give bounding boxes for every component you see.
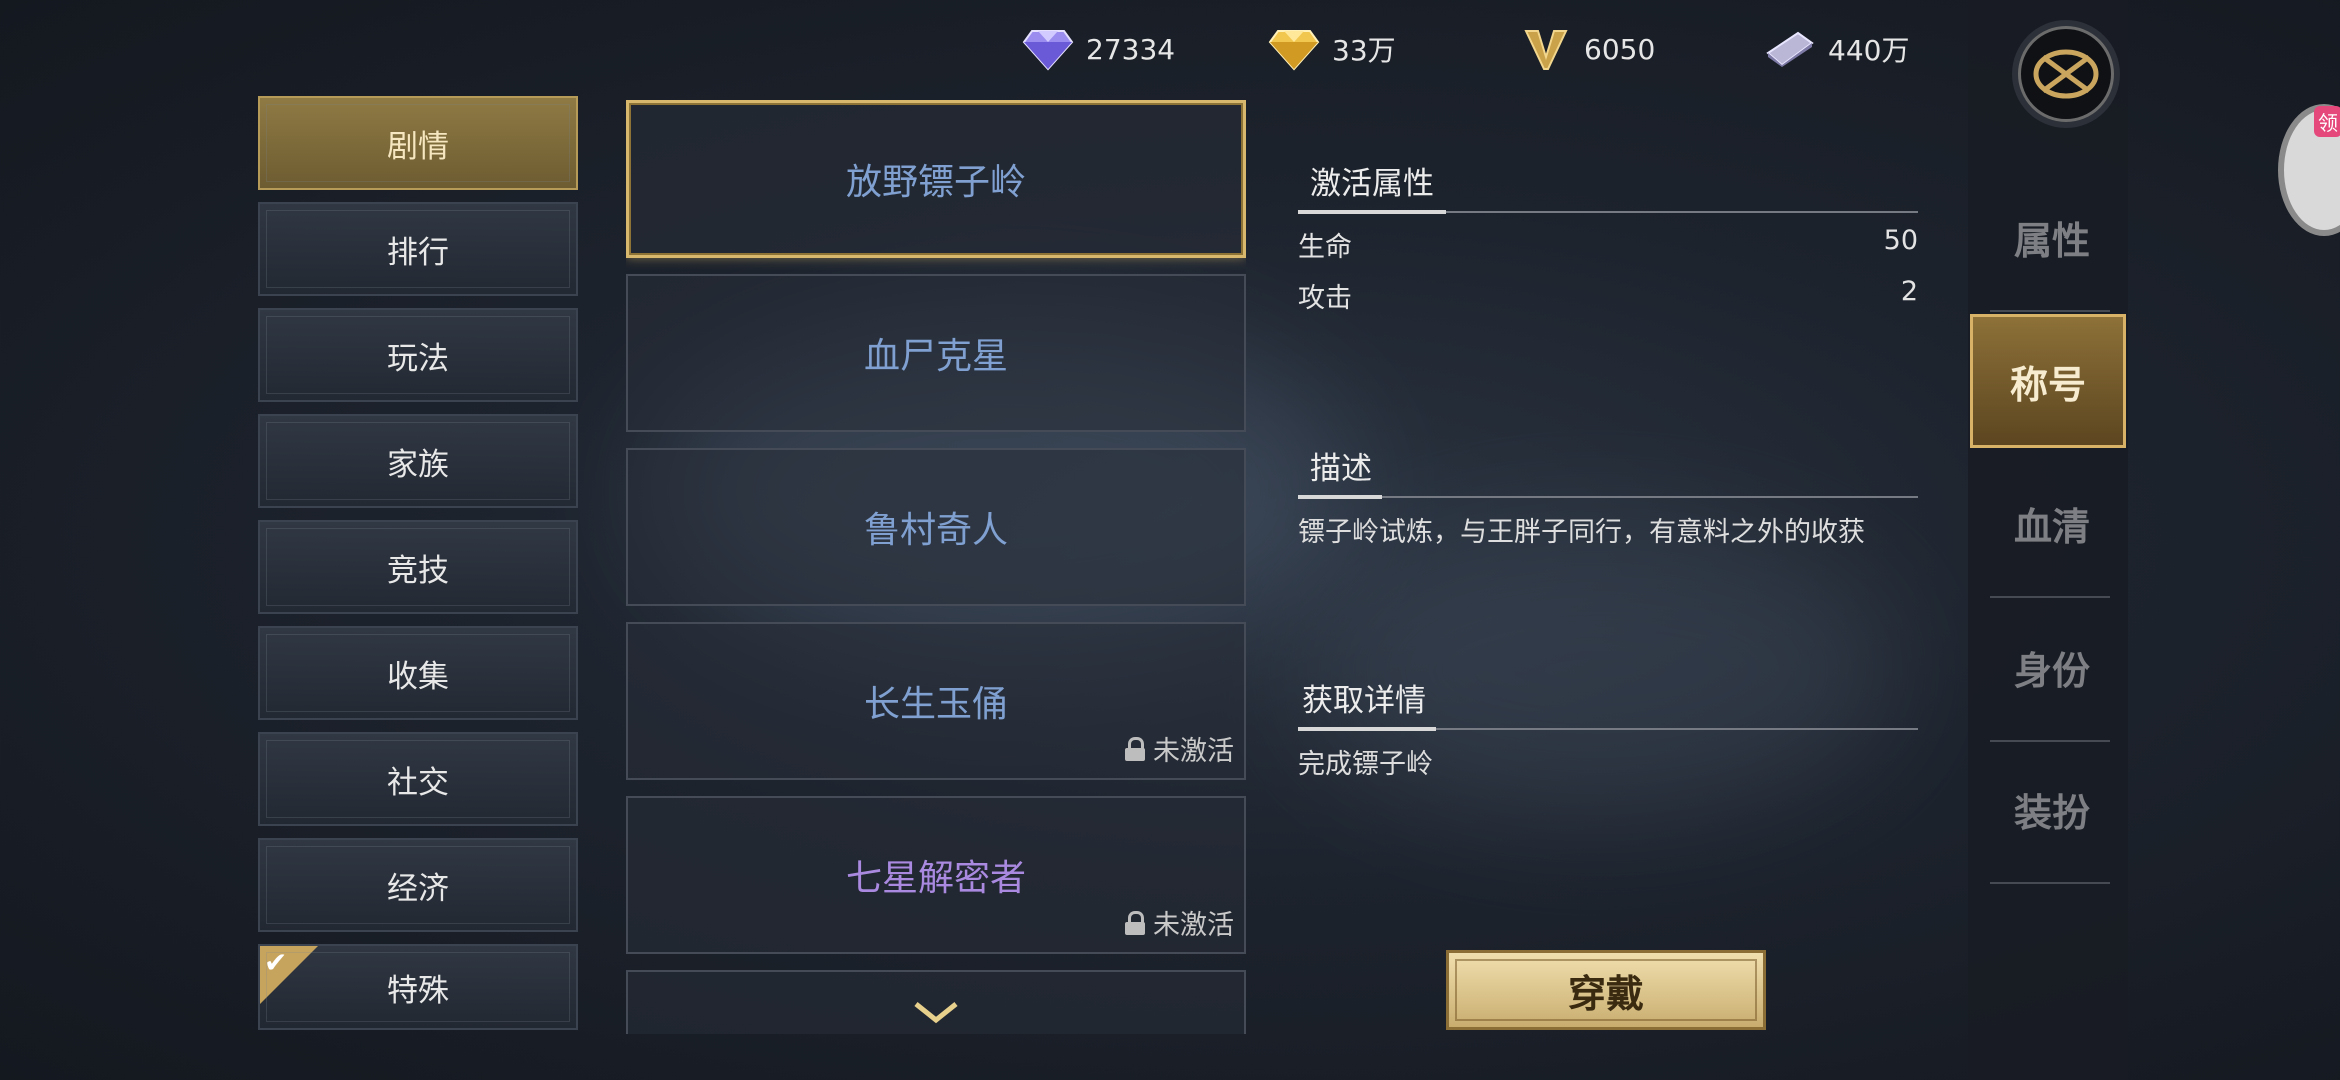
acquire-text: 完成镖子岭	[1298, 749, 1433, 780]
category-label: 经济	[387, 870, 449, 907]
tab-label: 称号	[2009, 361, 2086, 407]
tab-serum[interactable]: 血清	[1972, 452, 2132, 594]
badge-tag: 领	[2314, 106, 2340, 137]
attribute-name: 攻击	[1298, 283, 1352, 314]
heading-underline	[1298, 727, 1436, 731]
currency-silver-ticket[interactable]: 440万	[1764, 24, 1909, 74]
category-social[interactable]: 社交	[258, 732, 578, 826]
section-heading-acquire: 获取详情	[1298, 667, 1918, 731]
category-gameplay[interactable]: 玩法	[258, 308, 578, 402]
category-label: 玩法	[387, 340, 449, 377]
tab-divider	[1990, 882, 2110, 884]
v-points-count: 6050	[1584, 32, 1656, 66]
checkmark-icon: ✔	[260, 946, 318, 1004]
gold-diamond-count: 33万	[1332, 34, 1396, 67]
category-label: 社交	[387, 764, 449, 801]
floating-reward-badge[interactable]: 领	[2278, 104, 2340, 236]
wear-button-label: 穿戴	[1567, 970, 1644, 1016]
category-plot[interactable]: 剧情	[258, 96, 578, 190]
title-item[interactable]: 长生玉俑 未激活	[626, 622, 1246, 780]
title-item[interactable]: 鲁村奇人	[626, 448, 1246, 606]
title-item[interactable]: 七星解密者 未激活	[626, 796, 1246, 954]
attribute-row: 攻击 2	[1298, 276, 1918, 315]
category-label: 收集	[387, 658, 449, 695]
lock-icon	[1125, 910, 1145, 935]
category-label: 竞技	[387, 552, 449, 589]
tab-outfit[interactable]: 装扮	[1972, 738, 2132, 880]
locked-status: 未激活	[1125, 903, 1234, 942]
diamond-count: 27334	[1086, 32, 1176, 66]
silver-ticket-icon	[1766, 31, 1814, 67]
title-detail-panel: 激活属性 生命 50 攻击 2 描述 镖子岭试炼，与王胖子同行，有意料之外的收获…	[1298, 150, 1918, 781]
tab-label: 装扮	[2013, 789, 2090, 835]
attribute-row: 生命 50	[1298, 225, 1918, 264]
wear-button[interactable]: 穿戴	[1446, 950, 1766, 1030]
title-item-partial[interactable]	[626, 970, 1246, 1034]
title-name: 长生玉俑	[863, 684, 1008, 725]
category-special[interactable]: ✔ 特殊	[258, 944, 578, 1030]
heading-text: 激活属性	[1310, 166, 1434, 202]
game-logo[interactable]	[2018, 26, 2114, 122]
title-name: 放野镖子岭	[845, 162, 1026, 203]
tab-identity[interactable]: 身份	[1972, 596, 2132, 738]
heading-underline	[1298, 495, 1382, 499]
section-heading-attributes: 激活属性	[1298, 150, 1918, 214]
title-name: 血尸克星	[863, 336, 1008, 377]
section-heading-description: 描述	[1298, 435, 1918, 499]
tab-label: 属性	[2013, 217, 2090, 263]
tab-label: 血清	[2013, 503, 2090, 549]
heading-underline	[1298, 210, 1446, 214]
gold-diamond-icon	[1268, 30, 1320, 71]
title-list: 放野镖子岭 血尸克星 鲁村奇人 长生玉俑 未激活 七星解密者 未激活	[626, 100, 1246, 1034]
title-name: 鲁村奇人	[863, 510, 1008, 551]
attribute-value: 50	[1883, 225, 1918, 256]
heading-text: 获取详情	[1302, 683, 1426, 719]
category-list: 剧情 排行 玩法 家族 竞技 收集 社交 经济 ✔ 特殊	[258, 96, 578, 1030]
category-family[interactable]: 家族	[258, 414, 578, 508]
logo-emblem-icon	[2033, 49, 2099, 99]
currency-v-points[interactable]: 6050	[1520, 24, 1655, 74]
v-points-icon	[1524, 30, 1568, 70]
tab-titles[interactable]: 称号	[1970, 314, 2126, 448]
purple-diamond-icon	[1022, 30, 1074, 71]
category-label: 排行	[387, 234, 449, 271]
category-ranking[interactable]: 排行	[258, 202, 578, 296]
tab-divider	[1990, 310, 2110, 312]
lock-icon	[1125, 736, 1145, 761]
status-label: 未激活	[1153, 736, 1234, 767]
category-collection[interactable]: 收集	[258, 626, 578, 720]
tab-attributes[interactable]: 属性	[1972, 166, 2132, 308]
category-label: 家族	[387, 446, 449, 483]
status-label: 未激活	[1153, 910, 1234, 941]
title-item-selected[interactable]: 放野镖子岭	[626, 100, 1246, 258]
category-label: 特殊	[387, 972, 449, 1009]
category-label: 剧情	[387, 128, 449, 165]
currency-diamond[interactable]: 27334	[1022, 24, 1175, 74]
locked-status: 未激活	[1125, 729, 1234, 768]
silver-ticket-count: 440万	[1828, 34, 1910, 67]
tab-label: 身份	[2013, 647, 2090, 693]
title-item[interactable]: 血尸克星	[626, 274, 1246, 432]
category-economy[interactable]: 经济	[258, 838, 578, 932]
attribute-value: 2	[1900, 276, 1918, 307]
attribute-name: 生命	[1298, 232, 1352, 263]
heading-text: 描述	[1310, 451, 1372, 487]
title-name: 七星解密者	[845, 858, 1026, 899]
category-arena[interactable]: 竞技	[258, 520, 578, 614]
currency-gold-diamond[interactable]: 33万	[1268, 24, 1396, 74]
description-text: 镖子岭试炼，与王胖子同行，有意料之外的收获	[1298, 517, 1865, 548]
chevron-down-icon[interactable]	[914, 1002, 958, 1024]
